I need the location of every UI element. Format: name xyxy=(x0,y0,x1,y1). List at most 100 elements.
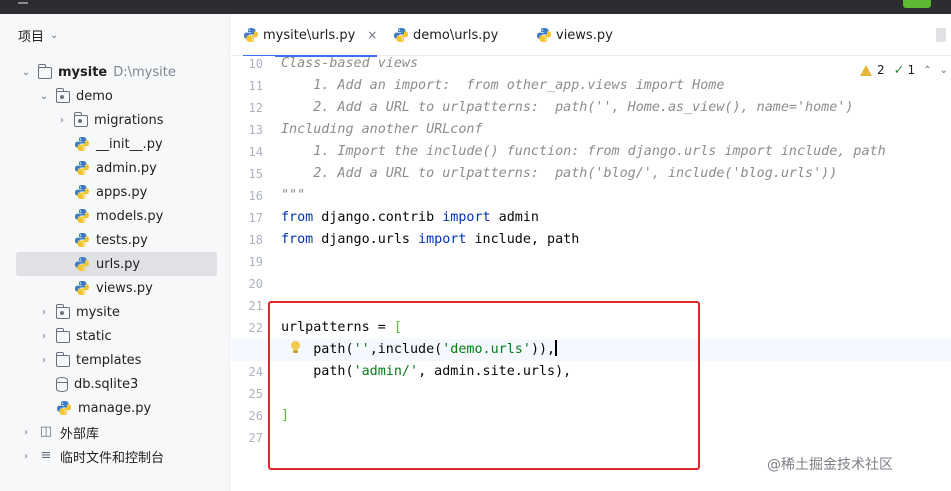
chevron-down-icon[interactable]: ⌄ xyxy=(50,30,58,41)
line-number: 27 xyxy=(248,431,263,445)
code-text: django.contrib xyxy=(313,210,443,225)
line-number: 20 xyxy=(248,277,263,291)
code-line: """ xyxy=(281,188,306,203)
tree-item-label: 外部库 xyxy=(60,426,100,442)
chevron-right-icon[interactable]: › xyxy=(56,115,68,126)
project-panel: 项目 ⌄ ⌄ mysite D:\mysite ⌄ demo › migrati… xyxy=(0,14,230,491)
chevron-down-icon[interactable]: ⌄ xyxy=(20,67,32,78)
tabs-scrollbar[interactable] xyxy=(936,28,946,42)
code-line: 2. Add a URL to urlpatterns: path('blog/… xyxy=(281,166,838,181)
tree-item-static[interactable]: › static xyxy=(0,324,230,348)
line-number: 10 xyxy=(248,57,263,71)
warning-count: 2 xyxy=(877,63,885,77)
tab-views-py[interactable]: views.py xyxy=(536,14,613,56)
line-number: 18 xyxy=(248,233,263,247)
tree-item-init-py[interactable]: __init__.py xyxy=(0,132,230,156)
chevron-right-icon[interactable]: › xyxy=(20,427,32,438)
tree-item-models-py[interactable]: models.py xyxy=(0,204,230,228)
chevron-right-icon[interactable]: › xyxy=(38,307,50,318)
tree-item-label: static xyxy=(76,328,112,344)
python-file-icon xyxy=(74,160,90,176)
tree-item-label: migrations xyxy=(94,112,164,128)
tree-item-manage-py[interactable]: manage.py xyxy=(0,396,230,420)
package-folder-icon xyxy=(55,88,70,103)
tree-item-label: templates xyxy=(76,352,142,368)
tree-item-label: db.sqlite3 xyxy=(74,376,139,392)
tree-item-mysite-package[interactable]: › mysite xyxy=(0,300,230,324)
tree-item-apps-py[interactable]: apps.py xyxy=(0,180,230,204)
weak-warning-icon: ✓ xyxy=(893,62,905,78)
tree-item-label: __init__.py xyxy=(96,136,163,152)
tree-item-label: mysite xyxy=(76,304,120,320)
line-number: 26 xyxy=(248,409,263,423)
warning-icon xyxy=(860,64,872,76)
line-number: 11 xyxy=(248,79,263,93)
library-icon: ◫ xyxy=(39,424,53,439)
tree-item-views-py[interactable]: views.py xyxy=(0,276,230,300)
package-folder-icon xyxy=(73,112,88,127)
code-text: include, path xyxy=(466,232,580,247)
line-number: 21 xyxy=(248,299,263,313)
line-number: 15 xyxy=(248,167,263,181)
code-line: from django.contrib import admin xyxy=(281,207,539,229)
tree-item-label: models.py xyxy=(96,208,164,224)
tree-item-mysite-root[interactable]: ⌄ mysite D:\mysite xyxy=(0,60,230,84)
tree-item-db-sqlite3[interactable]: db.sqlite3 xyxy=(0,372,230,396)
code-keyword: from xyxy=(281,232,314,247)
project-tree: ⌄ mysite D:\mysite ⌄ demo › migrations _… xyxy=(0,60,230,468)
chevron-down-icon[interactable]: ⌄ xyxy=(940,65,948,76)
python-file-icon xyxy=(243,27,259,43)
python-file-icon xyxy=(74,136,90,152)
tree-item-tests-py[interactable]: tests.py xyxy=(0,228,230,252)
annotation-highlight-box xyxy=(268,301,700,470)
code-line: 1. Import the include() function: from d… xyxy=(281,144,886,159)
python-file-icon xyxy=(56,400,72,416)
chevron-up-icon[interactable]: ⌃ xyxy=(923,65,931,76)
python-file-icon xyxy=(536,27,552,43)
chevron-down-icon[interactable]: ⌄ xyxy=(38,91,50,102)
tree-item-scratches[interactable]: › ≡ 临时文件和控制台 xyxy=(0,444,230,468)
line-number: 13 xyxy=(248,123,263,137)
code-keyword: import xyxy=(418,232,467,247)
run-button[interactable] xyxy=(903,0,931,8)
folder-icon xyxy=(55,328,70,343)
tree-item-label: demo xyxy=(76,88,113,104)
tab-label: demo\urls.py xyxy=(413,27,499,43)
tree-item-label: apps.py xyxy=(96,184,148,200)
python-file-icon xyxy=(74,280,90,296)
close-icon[interactable]: × xyxy=(367,28,377,42)
line-number: 12 xyxy=(248,101,263,115)
code-line: Class-based views xyxy=(281,56,419,71)
code-keyword: from xyxy=(281,210,314,225)
tree-item-label: urls.py xyxy=(96,256,141,272)
tree-item-urls-py[interactable]: urls.py xyxy=(16,252,217,276)
tab-label: views.py xyxy=(556,27,613,43)
tab-mysite-urls-py[interactable]: mysite\urls.py × xyxy=(243,14,378,57)
tree-item-demo[interactable]: ⌄ demo xyxy=(0,84,230,108)
tree-item-templates[interactable]: › templates xyxy=(0,348,230,372)
tree-item-path-hint: D:\mysite xyxy=(113,64,176,80)
python-file-icon xyxy=(74,256,90,272)
python-file-icon xyxy=(74,232,90,248)
line-number: 17 xyxy=(248,211,263,225)
code-line: Including another URLconf xyxy=(281,122,483,137)
code-line: from django.urls import include, path xyxy=(281,229,579,251)
package-folder-icon xyxy=(55,304,70,319)
tree-item-migrations[interactable]: › migrations xyxy=(0,108,230,132)
watermark: @稀土掘金技术社区 xyxy=(767,457,893,473)
weak-warning-count: 1 xyxy=(907,63,916,77)
tree-item-label: tests.py xyxy=(96,232,148,248)
chevron-right-icon[interactable]: › xyxy=(20,451,32,462)
project-panel-header[interactable]: 项目 ⌄ xyxy=(18,26,58,45)
chevron-right-icon[interactable]: › xyxy=(38,331,50,342)
tab-demo-urls-py[interactable]: demo\urls.py xyxy=(393,14,498,56)
tree-item-admin-py[interactable]: admin.py xyxy=(0,156,230,180)
folder-icon xyxy=(37,64,52,79)
chevron-right-icon[interactable]: › xyxy=(38,355,50,366)
database-file-icon xyxy=(56,376,68,392)
tree-item-external-libraries[interactable]: › ◫ 外部库 xyxy=(0,420,230,444)
line-number: 14 xyxy=(248,145,263,159)
main-menu-icon[interactable] xyxy=(18,2,28,10)
inspection-widget[interactable]: 2 ✓ 1 ⌃ ⌄ xyxy=(860,62,948,78)
python-file-icon xyxy=(74,184,90,200)
